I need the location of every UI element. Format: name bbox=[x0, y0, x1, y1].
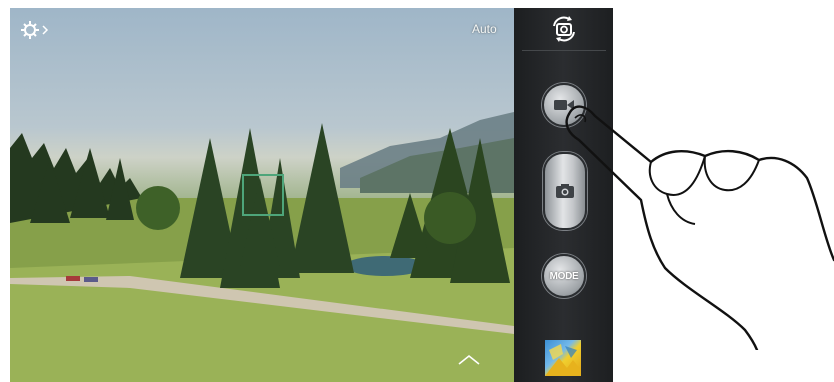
gallery-thumbnail[interactable] bbox=[545, 340, 581, 376]
settings-button[interactable] bbox=[18, 18, 52, 42]
video-camera-icon bbox=[554, 100, 574, 110]
shutter-button[interactable] bbox=[543, 152, 587, 230]
camera-viewfinder[interactable]: Auto bbox=[10, 8, 514, 382]
switch-camera-icon bbox=[553, 16, 575, 42]
flash-mode-label[interactable]: Auto bbox=[472, 22, 497, 36]
switch-camera-button[interactable] bbox=[547, 14, 581, 44]
camera-control-panel: MODE bbox=[514, 8, 613, 382]
focus-indicator bbox=[242, 174, 284, 216]
gallery-image-icon bbox=[545, 344, 581, 376]
panel-divider bbox=[522, 50, 606, 51]
mode-label: MODE bbox=[549, 270, 579, 282]
expand-shortcuts-button[interactable] bbox=[456, 351, 482, 369]
record-video-button[interactable] bbox=[542, 83, 586, 127]
camera-icon bbox=[556, 184, 574, 198]
mode-button[interactable]: MODE bbox=[542, 254, 586, 298]
gear-icon bbox=[21, 21, 49, 39]
chevron-up-icon bbox=[458, 354, 480, 365]
